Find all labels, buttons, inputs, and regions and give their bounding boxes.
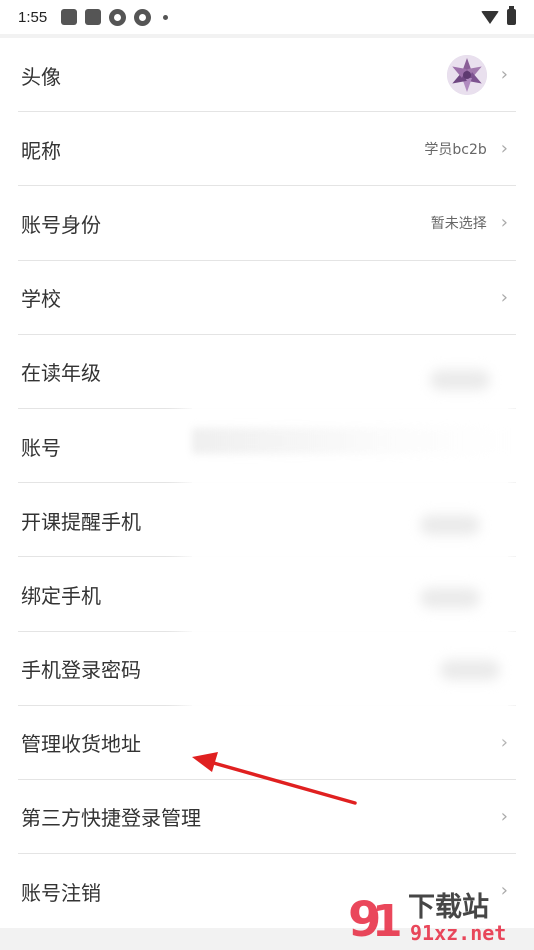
more-dot-icon: [163, 14, 169, 20]
row-label: 账号注销: [21, 880, 101, 905]
row-label: 头像: [21, 64, 61, 89]
row-label: 管理收货地址: [21, 732, 141, 757]
row-third-party-login[interactable]: 第三方快捷登录管理 ›: [0, 779, 534, 855]
row-label: 第三方快捷登录管理: [21, 806, 201, 831]
row-nickname[interactable]: 昵称 学员bc2b ›: [0, 112, 534, 187]
row-right: 暂未选择 ›: [431, 213, 508, 233]
chevron-right-icon: ›: [500, 64, 508, 86]
svg-text:1: 1: [372, 896, 403, 946]
chevron-right-icon: ›: [500, 805, 508, 827]
blurred-spot: [420, 588, 480, 608]
row-avatar[interactable]: 头像 ›: [0, 38, 534, 113]
status-time: 1:55: [18, 8, 48, 26]
row-right: 学员bc2b ›: [424, 139, 508, 159]
app-circle-icon: [109, 8, 127, 26]
row-account-identity[interactable]: 账号身份 暂未选择 ›: [0, 186, 534, 261]
row-label: 开课提醒手机: [21, 509, 141, 534]
status-right: [481, 6, 516, 25]
row-right: ›: [446, 55, 508, 96]
blurred-spot: [420, 515, 480, 535]
screen: 1:55 头像 › 昵称 学员bc2b › 账号身份 暂未选择 › 学校 › 在…: [0, 0, 534, 950]
app-circle-icon: [134, 8, 152, 26]
row-right: ›: [500, 731, 508, 753]
row-label: 手机登录密码: [21, 658, 141, 683]
status-bar: 1:55: [0, 0, 534, 34]
wifi-icon: [481, 10, 499, 24]
notification-square-icon: [85, 9, 102, 25]
row-label: 昵称: [21, 138, 61, 163]
row-label: 账号: [21, 435, 61, 460]
notification-square-icon: [61, 9, 78, 25]
chevron-right-icon: ›: [500, 138, 508, 160]
row-label: 在读年级: [21, 361, 101, 386]
site-watermark-logo: 9 1 下载站 91xz.net: [348, 892, 506, 946]
row-right: ›: [500, 805, 508, 827]
blurred-streak: [192, 428, 508, 454]
row-label: 学校: [21, 287, 61, 312]
status-left: 1:55: [18, 8, 169, 26]
identity-value: 暂未选择: [430, 216, 487, 233]
chevron-right-icon: ›: [500, 212, 508, 234]
svg-text:91xz.net: 91xz.net: [410, 921, 506, 945]
blurred-spot: [440, 660, 500, 680]
row-label: 绑定手机: [21, 583, 101, 608]
chevron-right-icon: ›: [500, 731, 508, 753]
row-label: 账号身份: [21, 212, 101, 237]
nickname-value: 学员bc2b: [424, 142, 487, 159]
avatar-flower-icon: [446, 55, 487, 96]
svg-text:下载站: 下载站: [408, 892, 489, 923]
row-school[interactable]: 学校 ›: [0, 260, 534, 335]
blurred-spot: [430, 370, 490, 390]
chevron-right-icon: ›: [500, 286, 508, 308]
battery-charging-icon: [507, 6, 516, 25]
row-right: ›: [500, 286, 508, 308]
avatar: [446, 55, 487, 96]
